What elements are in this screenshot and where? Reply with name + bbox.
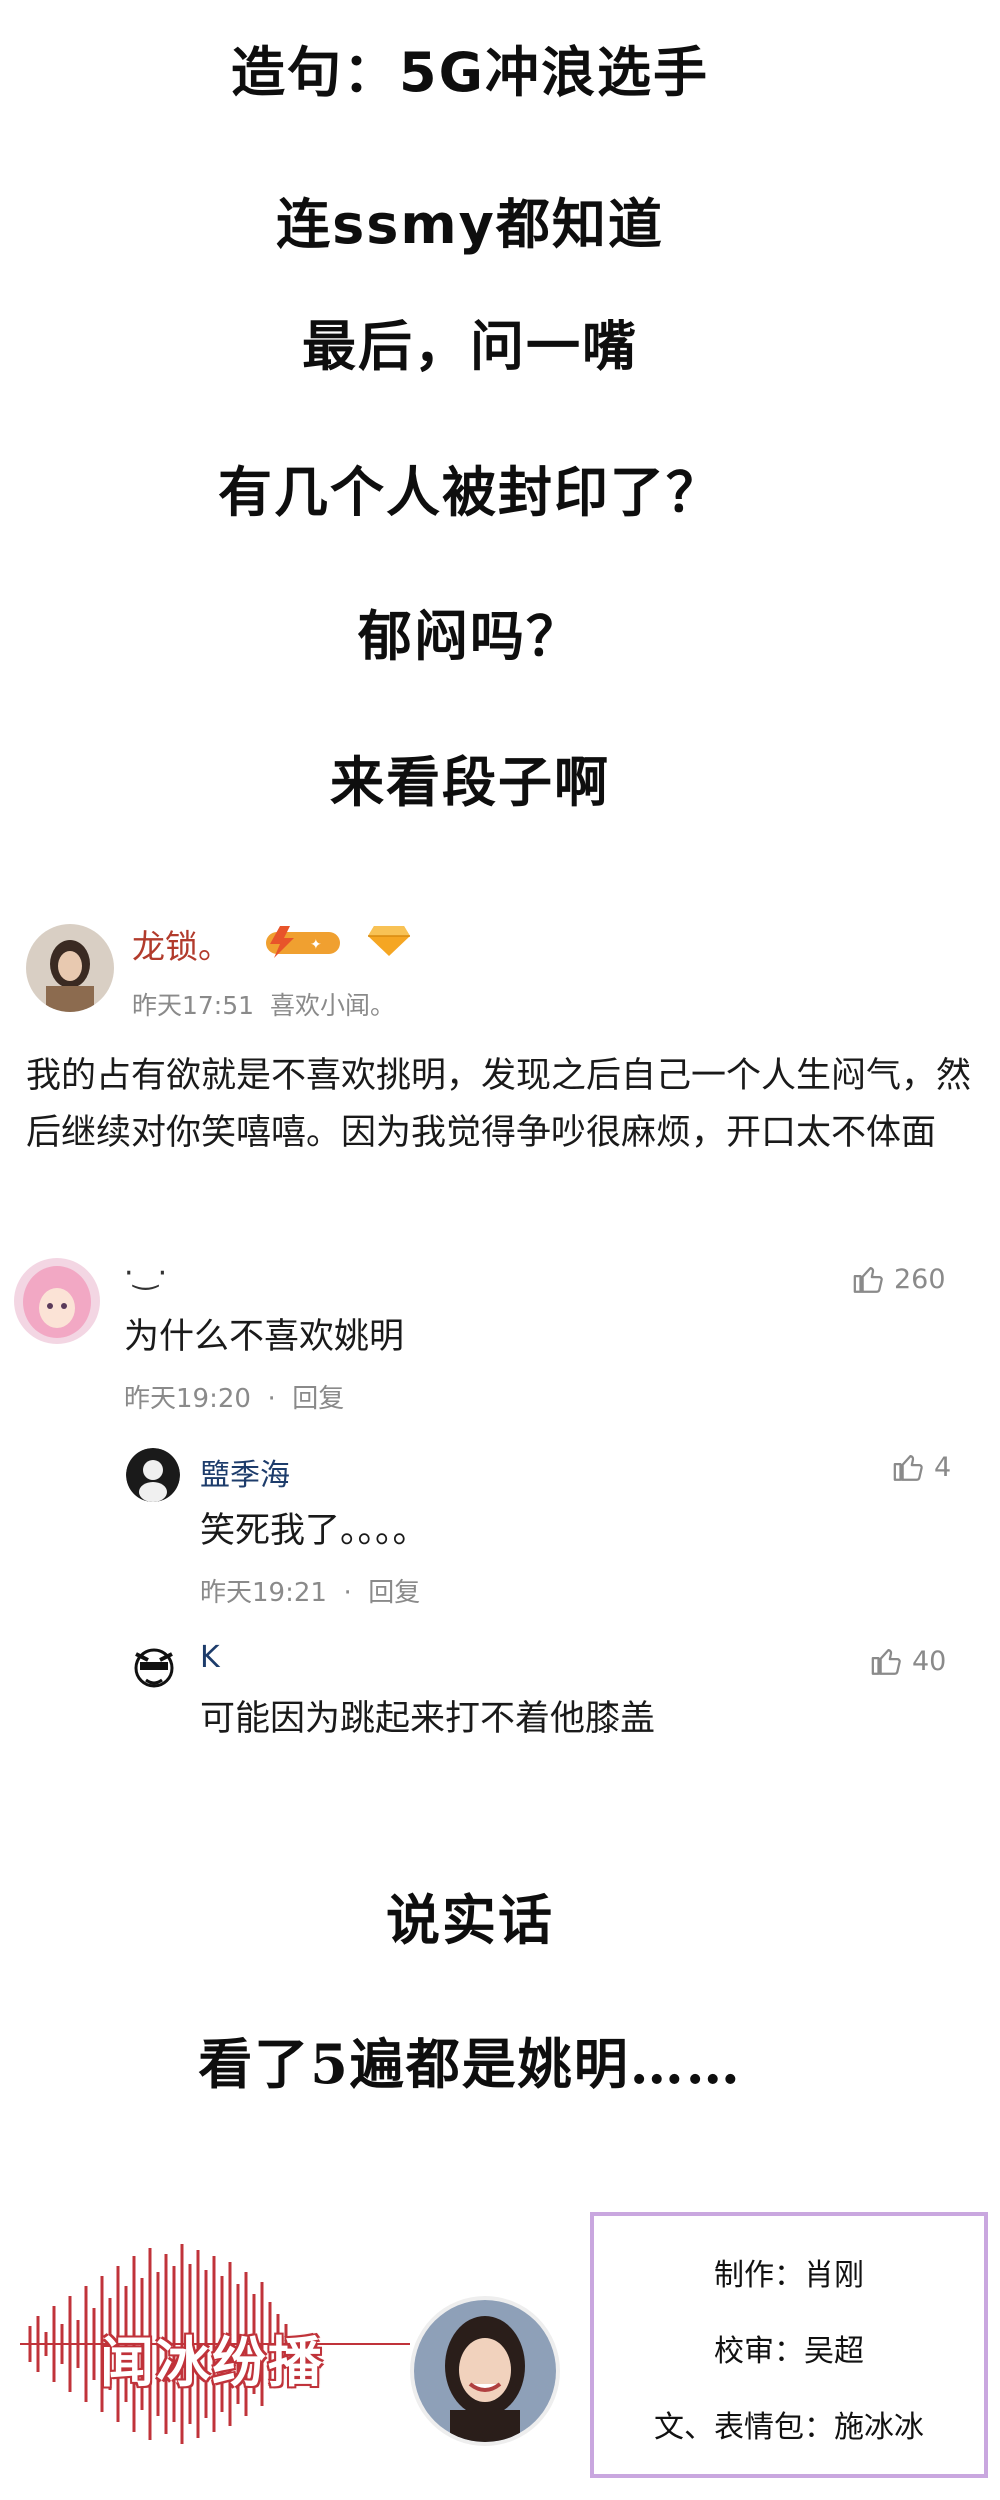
comment-time: 昨天19:20: [124, 1384, 251, 1414]
like-count: 40: [912, 1645, 947, 1677]
comment-meta: 昨天19:20 · 回复: [124, 1384, 345, 1414]
reply-text: 可能因为跳起来打不着他膝盖: [200, 1699, 656, 1739]
caption-line-3: 最后，问一嘴: [302, 314, 638, 378]
lightning-badge-icon: ✦: [262, 924, 344, 964]
like-button[interactable]: 260: [852, 1262, 946, 1296]
like-button[interactable]: 40: [870, 1644, 946, 1678]
post-body: 我的占有欲就是不喜欢挑明，发现之后自己一个人生闷气，然后继续对你笑嘻嘻。因为我觉…: [26, 1056, 972, 1153]
credits-box: 制作：肖刚 校审：吴超 文、表情包：施冰冰: [590, 2212, 988, 2478]
caption-line-1: 造句：5G冲浪选手: [231, 41, 709, 104]
post-source: 喜欢小闻。: [269, 991, 395, 1020]
reply-username[interactable]: 盬季海: [200, 1450, 290, 1494]
like-button[interactable]: 4: [892, 1450, 951, 1484]
weibo-post: 龙锁。 ✦ 昨天17:51 喜欢小闻。 我的占有欲就是不喜欢挑明，发现之后自己一…: [0, 880, 1000, 1220]
credit-writer: 文、表情包：施冰冰: [654, 2410, 924, 2445]
comment-section: ·‿· 260 为什么不喜欢姚明 昨天19:20 · 回复 盬季海 4 笑死我了…: [0, 1232, 1000, 1752]
caption-line-6: 来看段子啊: [330, 750, 610, 814]
diamond-icon: [366, 922, 412, 962]
brand-logo-text: 闻冰纷播: [100, 2330, 324, 2394]
like-count: 4: [934, 1451, 952, 1483]
reply-link[interactable]: 回复: [368, 1578, 420, 1608]
caption-line-4: 有几个人被封印了？: [218, 460, 722, 524]
caption-line-2: 连ssmy都知道: [276, 193, 664, 256]
comment-text: 为什么不喜欢姚明: [124, 1317, 405, 1357]
reply-link[interactable]: 回复: [292, 1384, 344, 1414]
caption-line-7: 说实话: [386, 1888, 554, 1952]
reply-text: 笑死我了。。。。: [200, 1511, 428, 1551]
like-count: 260: [894, 1263, 946, 1295]
post-username[interactable]: 龙锁。: [132, 920, 231, 968]
thumb-up-icon: [871, 1648, 901, 1675]
thumb-up-icon: [893, 1454, 923, 1481]
comment-avatar[interactable]: [14, 1258, 100, 1344]
host-avatar: [410, 2296, 560, 2446]
reply-username[interactable]: K: [200, 1640, 220, 1675]
credit-producer: 制作：肖刚: [714, 2258, 864, 2293]
svg-text:✦: ✦: [310, 937, 322, 953]
reply-avatar[interactable]: [126, 1642, 182, 1698]
reply-avatar[interactable]: [126, 1448, 180, 1502]
comment-username[interactable]: ·‿·: [124, 1256, 167, 1291]
credit-reviewer: 校审：吴超: [714, 2334, 864, 2369]
reply-meta: 昨天19:21 · 回复: [200, 1578, 421, 1608]
thumb-up-icon: [853, 1266, 883, 1293]
post-time: 昨天17:51: [132, 991, 255, 1020]
reply-time: 昨天19:21: [200, 1578, 327, 1608]
post-meta: 昨天17:51 喜欢小闻。: [132, 986, 395, 1022]
caption-line-5: 郁闷吗？: [358, 604, 582, 668]
caption-line-8: 看了5遍都是姚明……: [198, 2032, 742, 2096]
avatar[interactable]: [26, 924, 114, 1012]
